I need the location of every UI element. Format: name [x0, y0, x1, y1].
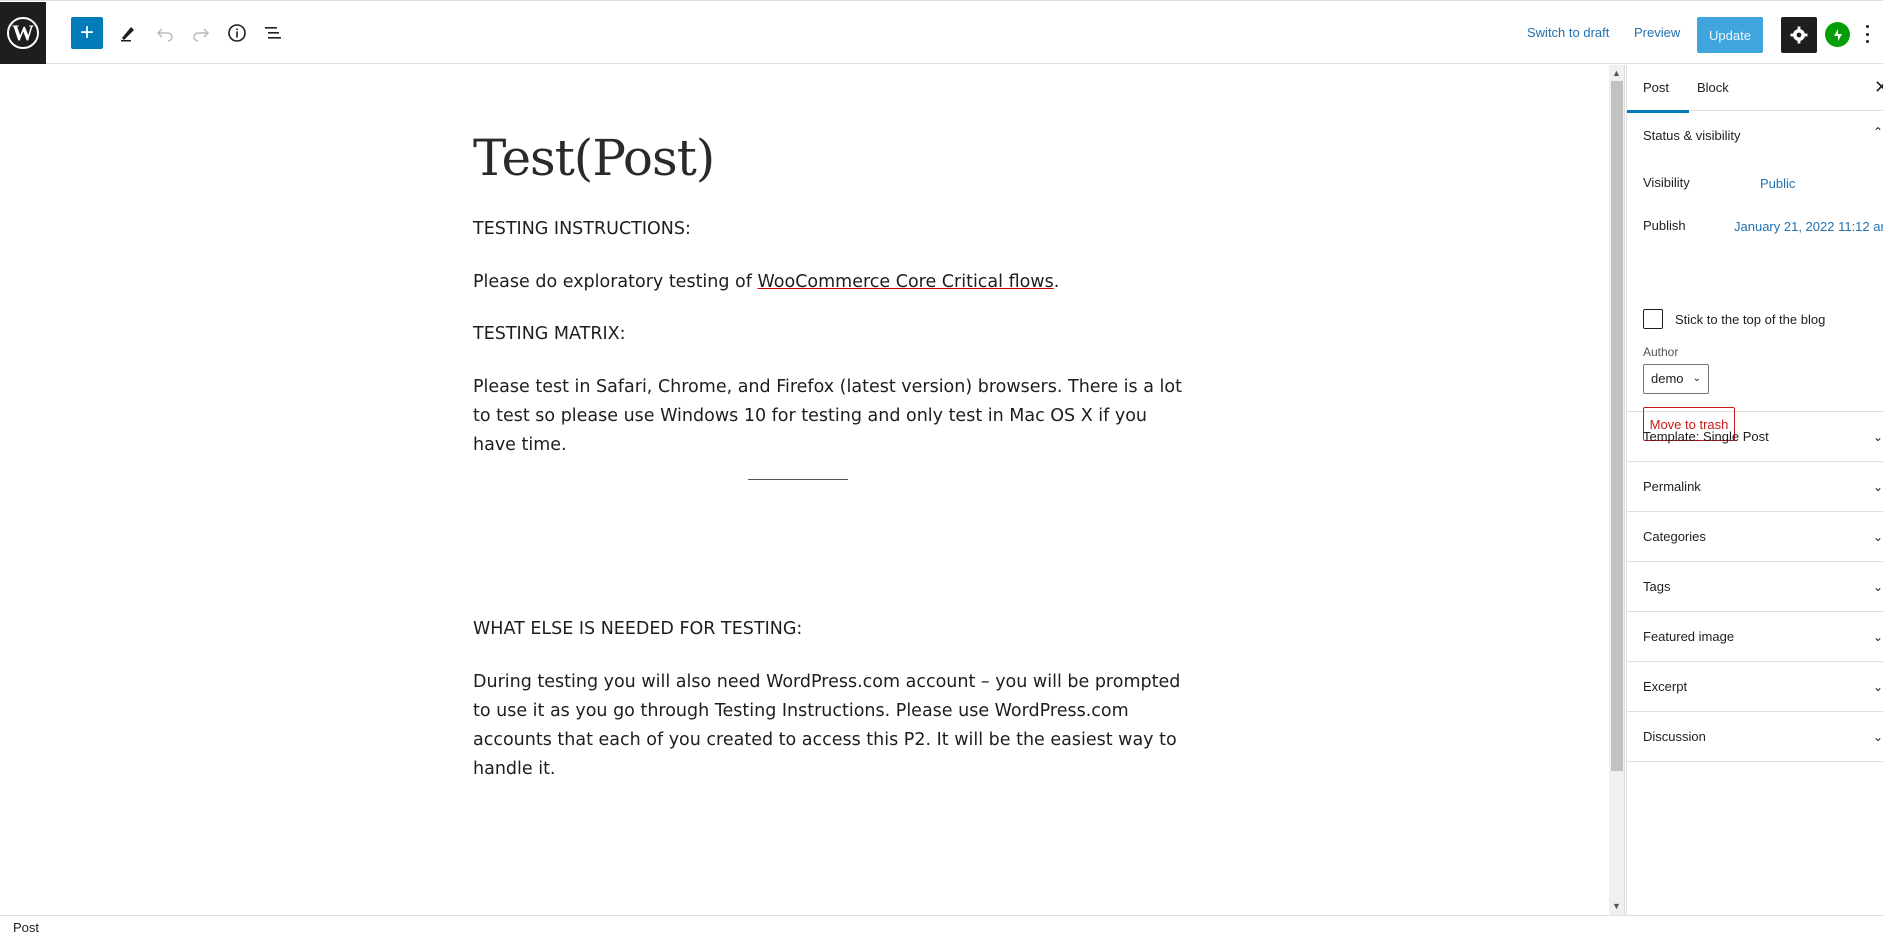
panel-template[interactable]: Template: Single Post ⌄ [1627, 412, 1883, 462]
panel-title: Excerpt [1643, 679, 1688, 694]
update-button[interactable]: Update [1697, 17, 1763, 53]
chevron-up-icon[interactable]: ⌃ [1873, 125, 1883, 139]
chevron-down-icon: ⌄ [1873, 430, 1883, 444]
testing-matrix-heading[interactable]: TESTING MATRIX: [473, 320, 626, 349]
panel-permalink[interactable]: Permalink ⌄ [1627, 462, 1883, 512]
instructions-text: Please do exploratory testing of [473, 272, 758, 292]
panel-title: Discussion [1643, 729, 1706, 744]
instructions-suffix: . [1053, 272, 1060, 292]
settings-gear-icon[interactable] [1781, 17, 1817, 53]
woocommerce-critical-flows-link[interactable]: WooCommerce Core Critical flows [758, 272, 1054, 292]
matrix-line[interactable]: Please test in Safari, Chrome, and Firef… [473, 373, 1182, 402]
chevron-down-icon: ⌄ [1692, 373, 1701, 384]
panel-title: Permalink [1643, 479, 1701, 494]
visibility-value-link[interactable]: Public [1760, 176, 1795, 191]
panel-tags[interactable]: Tags ⌄ [1627, 562, 1883, 612]
undo-icon[interactable] [149, 17, 181, 49]
panel-featured-image[interactable]: Featured image ⌄ [1627, 612, 1883, 662]
panel-discussion[interactable]: Discussion ⌄ [1627, 712, 1883, 762]
what-else-line[interactable]: handle it. [473, 755, 556, 784]
redo-icon[interactable] [185, 17, 217, 49]
panel-title: Categories [1643, 529, 1706, 544]
list-view-icon[interactable] [257, 17, 289, 49]
chevron-down-icon: ⌄ [1873, 730, 1883, 744]
chevron-down-icon: ⌄ [1873, 680, 1883, 694]
author-select[interactable]: demo ⌄ [1643, 364, 1709, 394]
chevron-down-icon: ⌄ [1873, 480, 1883, 494]
wordpress-logo-icon[interactable]: W [0, 2, 46, 64]
chevron-down-icon: ⌄ [1873, 580, 1883, 594]
add-block-button[interactable]: + [71, 17, 103, 49]
edit-tools-icon[interactable] [112, 17, 144, 49]
post-title[interactable]: Test(Post) [473, 129, 715, 187]
status-visibility-panel: Status & visibility ⌃ Visibility Public … [1627, 111, 1883, 441]
visibility-label: Visibility [1643, 175, 1690, 190]
panel-title: Tags [1643, 579, 1671, 594]
what-else-heading[interactable]: WHAT ELSE IS NEEDED FOR TESTING: [473, 615, 802, 644]
scroll-up-arrow-icon[interactable]: ▲ [1612, 68, 1621, 78]
what-else-line[interactable]: During testing you will also need WordPr… [473, 668, 1180, 697]
sticky-label[interactable]: Stick to the top of the blog [1675, 312, 1825, 327]
publish-label: Publish [1643, 218, 1686, 233]
preview-link[interactable]: Preview [1634, 25, 1680, 40]
tab-post[interactable]: Post [1626, 80, 1690, 113]
instructions-paragraph[interactable]: Please do exploratory testing of WooComm… [473, 268, 1059, 297]
more-options-icon[interactable] [1862, 23, 1872, 45]
editor-scrollbar[interactable]: ▲ ▼ [1609, 65, 1625, 915]
panel-excerpt[interactable]: Excerpt ⌄ [1627, 662, 1883, 712]
jetpack-bolt-icon[interactable] [1825, 22, 1850, 47]
editor-header: W + Switch to draft Preview Update [0, 0, 1883, 64]
testing-instructions-heading[interactable]: TESTING INSTRUCTIONS: [473, 215, 691, 244]
editor-canvas: Test(Post) TESTING INSTRUCTIONS: Please … [0, 65, 1609, 915]
details-info-icon[interactable] [221, 17, 253, 49]
scrollbar-thumb[interactable] [1611, 81, 1623, 771]
panel-title: Template: Single Post [1643, 429, 1769, 444]
matrix-line[interactable]: to test so please use Windows 10 for tes… [473, 402, 1147, 431]
scroll-down-arrow-icon[interactable]: ▼ [1612, 901, 1621, 911]
what-else-line[interactable]: accounts that each of you created to acc… [473, 726, 1177, 755]
matrix-line[interactable]: have time. [473, 431, 567, 460]
chevron-down-icon: ⌄ [1873, 630, 1883, 644]
sticky-checkbox[interactable] [1643, 309, 1663, 329]
panel-categories[interactable]: Categories ⌄ [1627, 512, 1883, 562]
author-selected-value: demo [1651, 371, 1684, 386]
breadcrumb-post[interactable]: Post [13, 920, 39, 935]
status-visibility-title[interactable]: Status & visibility [1643, 128, 1741, 143]
publish-date-link[interactable]: January 21, 2022 11:12 am [1734, 219, 1883, 234]
what-else-line[interactable]: to use it as you go through Testing Inst… [473, 697, 1129, 726]
panel-title: Featured image [1643, 629, 1735, 644]
block-breadcrumb-bar: Post [0, 915, 1883, 937]
settings-sidebar: Post Block ✕ Status & visibility ⌃ Visib… [1626, 65, 1883, 915]
switch-to-draft-link[interactable]: Switch to draft [1527, 25, 1609, 40]
sidebar-tabs: Post Block ✕ [1626, 65, 1883, 113]
separator-block[interactable] [748, 479, 848, 480]
wordpress-logo-letter: W [7, 17, 39, 49]
author-label: Author [1643, 345, 1679, 359]
close-sidebar-icon[interactable]: ✕ [1874, 77, 1883, 98]
tab-block[interactable]: Block [1697, 80, 1729, 95]
chevron-down-icon: ⌄ [1873, 530, 1883, 544]
